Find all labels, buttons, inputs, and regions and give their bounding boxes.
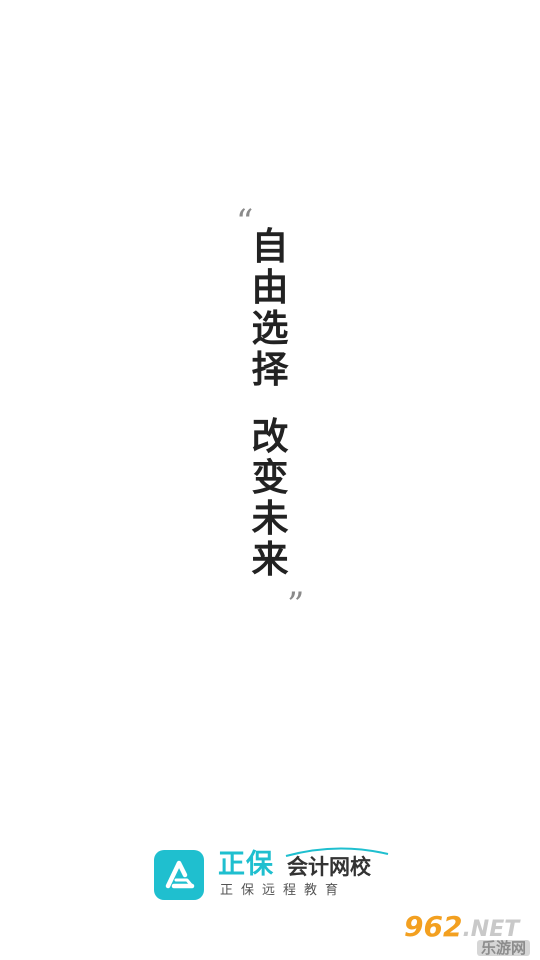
slogan-char: 自 <box>251 224 289 268</box>
slogan-char: 变 <box>251 455 289 499</box>
watermark-number: 962 <box>404 910 463 943</box>
slogan-line-1: 自 由 选 择 <box>248 226 292 390</box>
slogan-char: 改 <box>251 414 289 458</box>
slogan-char: 未 <box>251 496 289 540</box>
watermark-site-name: 乐游网 <box>476 940 530 956</box>
slogan-char: 来 <box>251 537 289 581</box>
slogan-char: 选 <box>251 306 289 350</box>
slogan-line-2: 改 变 未 来 <box>248 416 292 580</box>
slogan-char: 由 <box>251 265 289 309</box>
brand-tagline: 正保远程教育 <box>220 883 347 898</box>
site-watermark: 962.NET 乐游网 <box>400 912 536 958</box>
splash-screen: “ 自 由 选 择 改 变 未 来 ” 正保 会计网校 正保远程教育 962.N… <box>0 0 540 960</box>
quote-close-mark: ” <box>287 585 305 625</box>
brand-logo: 正保 会计网校 正保远程教育 <box>154 847 394 902</box>
slogan-char: 择 <box>251 347 289 391</box>
brand-name-secondary: 会计网校 <box>287 855 371 879</box>
zhengbao-logo-icon <box>154 850 204 900</box>
brand-name-primary: 正保 <box>218 849 274 880</box>
